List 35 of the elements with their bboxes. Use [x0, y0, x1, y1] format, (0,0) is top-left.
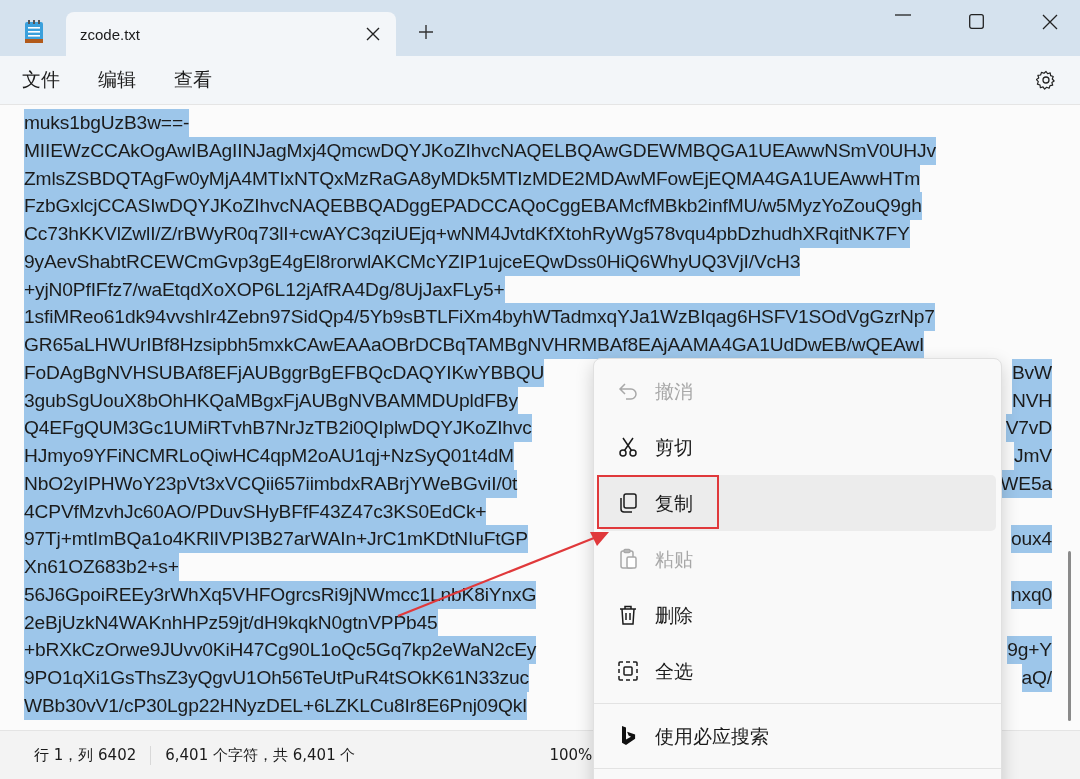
- text-line-end: JmV: [1014, 442, 1052, 470]
- undo-icon: [617, 380, 639, 402]
- text-line-end: oux4: [1011, 525, 1052, 553]
- trash-icon: [617, 604, 639, 626]
- text-line-end: NVH: [1011, 386, 1052, 415]
- scissors-icon: [617, 436, 639, 458]
- text-line-end: aQ/: [1021, 664, 1052, 692]
- character-count: 6,401 个字符，共 6,401 个: [150, 745, 370, 765]
- scrollbar-thumb[interactable]: [1068, 551, 1071, 721]
- text-line-end: BvW: [1011, 358, 1052, 387]
- file-tab[interactable]: zcode.txt: [66, 12, 396, 56]
- context-menu-item[interactable]: 剪切: [599, 419, 996, 475]
- context-menu-item[interactable]: 全选: [599, 643, 996, 699]
- menu-item[interactable]: 编辑: [98, 63, 136, 97]
- copy-icon: [617, 492, 639, 514]
- clipboard-icon: [617, 548, 639, 570]
- text-line-end: nxq0: [1011, 580, 1052, 609]
- settings-icon[interactable]: [1036, 70, 1056, 90]
- context-menu-item[interactable]: 删除: [599, 587, 996, 643]
- select-all-icon: [617, 660, 639, 682]
- text-line-end: WE5a: [1000, 469, 1052, 498]
- new-tab-icon[interactable]: [418, 24, 434, 40]
- text-line-end: 9g+Y: [1007, 636, 1052, 664]
- notepad-icon: [24, 20, 44, 44]
- menu-item[interactable]: 文件: [22, 63, 60, 97]
- close-icon[interactable]: [1042, 14, 1058, 30]
- maximize-icon[interactable]: [969, 14, 984, 29]
- cursor-position: 行 1，列 6402: [34, 745, 138, 765]
- menu-item[interactable]: 查看: [174, 63, 212, 97]
- text-line-end: V7vD: [1005, 414, 1052, 442]
- context-menu-item[interactable]: 复制: [599, 475, 996, 531]
- zoom-level: 100%: [549, 746, 594, 764]
- close-icon[interactable]: [366, 27, 380, 41]
- context-menu-item[interactable]: 使用必应搜索: [599, 708, 996, 764]
- tab-title: zcode.txt: [80, 25, 141, 43]
